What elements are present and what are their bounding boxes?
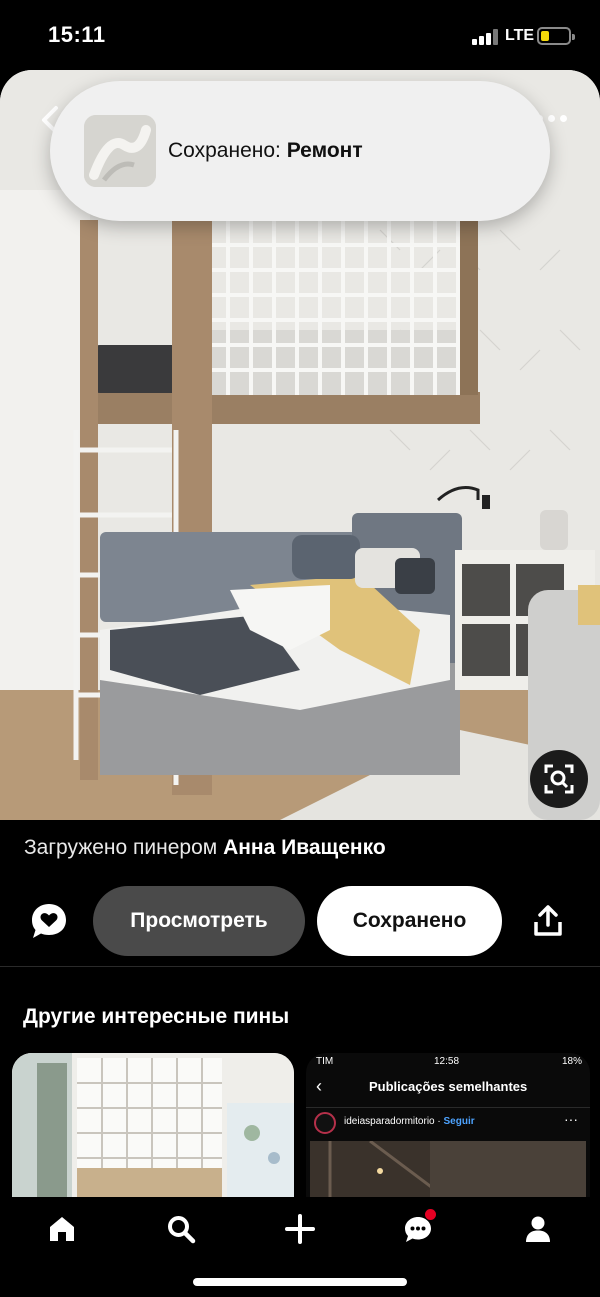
tab-messages[interactable] [398, 1209, 438, 1247]
share-icon [534, 905, 562, 936]
board-thumbnail [84, 115, 156, 187]
visual-search-button[interactable] [530, 750, 588, 808]
related-pin-2[interactable]: TIM 12:58 18% ‹ Publicações semelhantes … [306, 1053, 590, 1198]
embedded-account-row: ideiasparadormitorio · Seguir ··· [306, 1107, 590, 1137]
chevron-left-icon: ‹ [316, 1076, 322, 1096]
related-pin-2-image [310, 1141, 586, 1198]
section-divider [0, 966, 600, 967]
embedded-header-title: Publicações semelhantes [369, 1079, 528, 1094]
status-time: 15:11 [48, 22, 106, 47]
profile-icon [526, 1216, 550, 1242]
more-pins-title: Другие интересные пины [23, 1005, 290, 1028]
toast-board-name[interactable]: Ремонт [287, 139, 363, 162]
notification-badge [425, 1209, 436, 1220]
tab-create[interactable] [280, 1211, 320, 1247]
uploader-name[interactable]: Анна Иващенко [223, 836, 386, 859]
network-label: LTE [505, 27, 535, 44]
tab-search[interactable] [161, 1211, 201, 1247]
tab-home[interactable] [42, 1211, 82, 1247]
home-icon [50, 1217, 74, 1241]
ellipsis-icon: ··· [564, 1111, 578, 1127]
view-button[interactable]: Просмотреть [93, 886, 305, 956]
avatar [314, 1112, 336, 1134]
status-bar: 15:11 LTE [0, 0, 600, 70]
pin-actions: Просмотреть Сохранено [0, 884, 600, 958]
battery-icon [537, 27, 575, 45]
toast-message: Сохранено: Ремонт [168, 139, 363, 162]
search-icon [168, 1216, 196, 1244]
comment-button[interactable] [28, 900, 70, 942]
related-pin-1[interactable] [12, 1053, 294, 1198]
share-button[interactable] [532, 904, 564, 938]
embedded-status-bar: TIM 12:58 18% [316, 1056, 582, 1067]
visual-search-icon [544, 764, 574, 794]
saved-button[interactable]: Сохранено [317, 886, 502, 956]
embedded-header: ‹ Publicações semelhantes [306, 1071, 590, 1103]
uploader-line: Загружено пинером Анна Иващенко [24, 836, 386, 859]
related-pin-1-image [12, 1053, 294, 1198]
comment-heart-icon [32, 904, 66, 938]
tab-profile[interactable] [518, 1211, 558, 1247]
saved-toast[interactable]: Сохранено: Ремонт [50, 81, 550, 221]
signal-icon [472, 29, 500, 45]
create-plus-icon [285, 1214, 315, 1244]
home-indicator[interactable] [193, 1278, 407, 1286]
embedded-account-name: ideiasparadormitorio · Seguir [344, 1116, 475, 1127]
